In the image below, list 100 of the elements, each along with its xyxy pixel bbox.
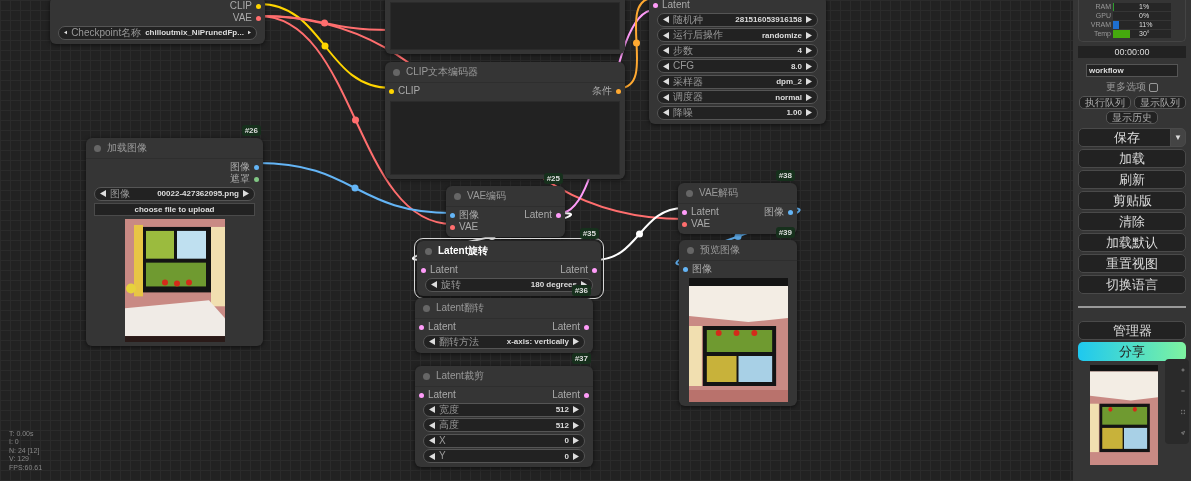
input-slot[interactable]: Latent (419, 321, 456, 333)
left-arrow-icon[interactable] (431, 281, 437, 288)
node-title: VAE编码 (467, 189, 507, 203)
node-panel[interactable]: VAE编码 图像 Latent VAE (446, 186, 565, 237)
output-slot[interactable]: 遮罩 (230, 173, 259, 185)
port-icon[interactable] (683, 266, 688, 272)
menu-button[interactable]: 分享 (1078, 342, 1186, 361)
input-slot[interactable]: Latent (682, 206, 719, 218)
input-slot[interactable]: VAE (450, 221, 479, 233)
value-stepper[interactable]: CFG 8.0 (657, 59, 818, 73)
output-slot[interactable]: 图像 (230, 161, 259, 173)
left-arrow-icon[interactable] (429, 338, 435, 345)
left-arrow-icon[interactable] (663, 47, 669, 54)
output-slot[interactable]: CLIP (229, 0, 261, 12)
input-slot[interactable]: Latent (421, 264, 458, 276)
value-stepper[interactable]: X 0 (423, 433, 585, 448)
value-stepper[interactable]: 随机种 281516053916158 (657, 12, 818, 27)
upload-button[interactable]: choose file to upload (94, 202, 255, 216)
value-stepper[interactable]: 图像 00022-427362095.png (94, 186, 255, 201)
menu-button[interactable]: 刷新 (1078, 170, 1186, 189)
menu-button[interactable]: 加载默认 (1078, 233, 1186, 252)
right-arrow-icon[interactable] (806, 109, 812, 116)
port-icon[interactable] (556, 212, 561, 218)
output-slot[interactable]: 图像 (764, 206, 793, 218)
queue-button[interactable]: 显示队列 (1133, 96, 1186, 109)
value-stepper[interactable]: Checkpoint名称 chilloutmix_NiPrunedFp... (58, 25, 257, 40)
port-icon[interactable] (450, 224, 455, 230)
input-slot[interactable]: Latent (653, 0, 690, 11)
left-arrow-icon[interactable] (663, 109, 669, 116)
right-arrow-icon[interactable] (573, 437, 579, 444)
right-arrow-icon[interactable] (806, 78, 812, 85)
output-slot[interactable]: 条件 (592, 85, 621, 97)
value-stepper[interactable]: 高度 512 (423, 418, 585, 432)
port-icon[interactable] (254, 176, 259, 182)
value-stepper[interactable]: 宽度 512 (423, 402, 585, 417)
input-slot[interactable]: Latent (419, 389, 456, 401)
left-arrow-icon[interactable] (429, 406, 435, 413)
input-slot[interactable]: 图像 (450, 209, 479, 221)
port-icon[interactable] (592, 267, 597, 273)
menu-button[interactable]: 管理器 (1078, 321, 1186, 340)
output-slot[interactable]: Latent (552, 321, 589, 333)
value-stepper[interactable]: 采样器 dpm_2 (657, 74, 818, 89)
status-dot-icon (425, 247, 432, 255)
port-icon[interactable] (653, 2, 658, 8)
port-icon[interactable] (616, 88, 621, 94)
value-stepper[interactable]: 调度器 normal (657, 90, 818, 104)
queue-button[interactable]: 显示历史 (1106, 111, 1158, 124)
more-options-checkbox[interactable] (1149, 82, 1158, 92)
output-slot[interactable]: Latent (524, 209, 561, 221)
menu-button[interactable]: 重置视图 (1078, 254, 1186, 273)
port-icon[interactable] (584, 392, 589, 398)
left-arrow-icon[interactable] (64, 29, 68, 36)
right-arrow-icon[interactable] (247, 29, 251, 36)
menu-button[interactable]: 切换语言 (1078, 275, 1186, 294)
port-icon[interactable] (254, 164, 259, 170)
port-icon[interactable] (419, 324, 424, 330)
value-stepper[interactable]: Y 0 (423, 449, 585, 463)
status-dot-icon (423, 304, 430, 312)
node-panel[interactable]: Latent裁剪 Latent Latent 宽度 512 高度 512 X 0 Y 0 (415, 366, 593, 467)
right-arrow-icon[interactable] (573, 338, 579, 345)
value-stepper[interactable]: 步数 4 (657, 43, 818, 58)
node-panel[interactable]: CLIP VAE Checkpoint名称 chilloutmix_NiPrunedFp... (50, 0, 265, 44)
input-slot[interactable]: CLIP (389, 85, 421, 97)
right-arrow-icon[interactable] (243, 190, 249, 197)
port-icon[interactable] (389, 88, 394, 94)
port-icon[interactable] (256, 15, 261, 21)
port-icon[interactable] (584, 324, 589, 330)
value-stepper[interactable]: 降噪 1.00 (657, 105, 818, 120)
node-panel[interactable]: Latent 随机种 281516053916158 运行后操作 randomize 步数 4 CFG 8.0 采样器 dpm_2 调度器 normal 降噪 1.00 (649, 0, 826, 124)
node-panel[interactable]: Latent翻转 Latent Latent 翻转方法 x-axis: vertically (415, 298, 593, 353)
value-stepper[interactable]: 运行后操作 randomize (657, 28, 818, 42)
port-icon[interactable] (450, 212, 455, 218)
menu-button[interactable]: 剪贴版 (1078, 191, 1186, 210)
status-dot-icon (686, 189, 693, 197)
output-slot[interactable]: Latent (560, 264, 597, 276)
port-icon[interactable] (682, 221, 687, 227)
node-panel[interactable]: 加载图像 图像 遮罩 图像 00022-427362095.png choose file to upload (86, 138, 263, 346)
output-slot[interactable]: VAE (232, 12, 261, 24)
left-arrow-icon[interactable] (429, 437, 435, 444)
output-slot[interactable]: Latent (552, 389, 589, 401)
port-icon[interactable] (788, 209, 793, 215)
right-arrow-icon[interactable] (806, 47, 812, 54)
input-slot[interactable]: 图像 (683, 263, 712, 275)
right-arrow-icon[interactable] (806, 16, 812, 23)
node-panel[interactable]: 预览图像 图像 (679, 240, 797, 406)
left-arrow-icon[interactable] (663, 78, 669, 85)
port-icon[interactable] (256, 3, 261, 9)
left-arrow-icon[interactable] (663, 16, 669, 23)
port-icon[interactable] (421, 267, 426, 273)
dropdown-button[interactable]: ▼ (1170, 128, 1186, 147)
left-arrow-icon[interactable] (100, 190, 106, 197)
menu-button[interactable]: 清除 (1078, 212, 1186, 231)
port-icon[interactable] (682, 209, 687, 215)
queue-button[interactable]: 执行队列 (1078, 96, 1131, 109)
input-slot[interactable]: VAE (682, 218, 711, 230)
workflow-field[interactable]: workflow (1086, 64, 1178, 77)
port-icon[interactable] (419, 392, 424, 398)
value-stepper[interactable]: 翻转方法 x-axis: vertically (423, 334, 585, 349)
right-arrow-icon[interactable] (573, 406, 579, 413)
menu-button[interactable]: 加载 (1078, 149, 1186, 168)
